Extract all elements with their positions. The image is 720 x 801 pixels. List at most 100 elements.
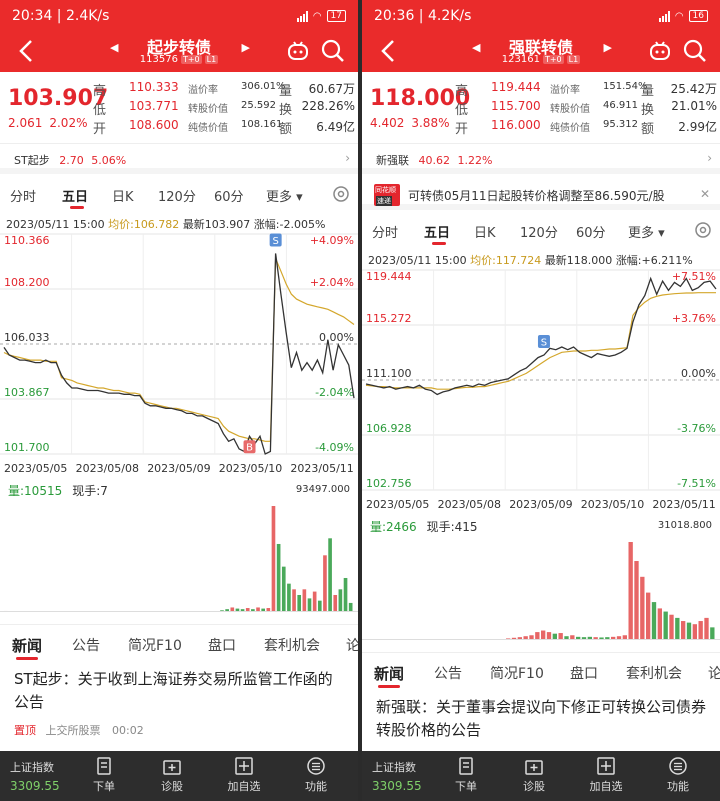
turnover-value: 228.26% — [301, 99, 355, 113]
news-tab-1[interactable]: 公告 — [434, 663, 462, 683]
turnover-value: 21.01% — [671, 99, 717, 113]
x-tick-3: 2023/05/10 — [219, 462, 282, 475]
settings-icon[interactable] — [332, 185, 350, 203]
series-line-avg — [3, 258, 355, 442]
quote-panel: 118.000 4.402 3.88% 高 119.444 溢价率 151.54% 量… — [362, 72, 720, 144]
period-tab-3[interactable]: 120分 — [520, 222, 558, 241]
order-button[interactable]: 下单 — [82, 757, 126, 794]
trade-marker-label: S — [541, 337, 547, 348]
volume-info: 量:10515 现手:7 — [8, 482, 108, 499]
news-tab-5[interactable]: 论 — [346, 635, 358, 655]
order-button[interactable]: 下单 — [444, 757, 488, 794]
news-tab-1[interactable]: 公告 — [72, 635, 100, 655]
y-tick-left-4: 102.756 — [366, 477, 412, 490]
period-tab-4[interactable]: 60分 — [214, 186, 244, 205]
quote-row-high: 高 110.333 溢价率 306.01% 量 60.67万 — [93, 80, 355, 99]
volume-chart[interactable] — [362, 538, 720, 640]
underlying-stock-pct: 1.22% — [457, 154, 493, 167]
period-tab-2[interactable]: 日K — [112, 186, 134, 205]
market-index[interactable]: 上证指数 3309.55 — [10, 759, 60, 793]
nav-bar: ◀ 强联转债 123161 T+0 L1 ▶ — [362, 32, 720, 72]
y-tick-right-2: 0.00% — [681, 367, 716, 380]
news-tab-0[interactable]: 新闻 — [12, 635, 42, 656]
diagnose-icon — [163, 760, 181, 775]
news-tabs: 新闻 公告 简况F10 盘口 套利机会 论 — [362, 652, 720, 688]
high-label: 高 — [93, 84, 107, 99]
volume-bar — [535, 632, 540, 640]
period-tab-3[interactable]: 120分 — [158, 186, 196, 205]
underlying-stock-row[interactable]: ST起步 2.70 5.06% › — [0, 146, 358, 174]
next-stock-button[interactable]: ▶ — [604, 41, 612, 54]
high-value: 110.333 — [129, 80, 179, 94]
news-headline[interactable]: ST起步：关于收到上海证券交易所监管工作函的公告 — [14, 668, 344, 714]
add-watchlist-button[interactable]: 加自选 — [222, 757, 266, 794]
conversion-value-label: 转股价值 — [550, 104, 590, 115]
menu-circle-icon — [307, 757, 325, 775]
period-tab-0[interactable]: 分时 — [10, 186, 36, 205]
news-tab-2[interactable]: 简况F10 — [128, 635, 182, 655]
volume-bar — [681, 621, 686, 640]
diagnose-button[interactable]: 诊股 — [512, 757, 556, 794]
premium-label: 溢价率 — [550, 85, 580, 96]
next-stock-button[interactable]: ▶ — [242, 41, 250, 54]
period-tab-5[interactable]: 更多 ▾ — [266, 186, 303, 205]
volume-bar — [343, 577, 348, 612]
news-tab-0[interactable]: 新闻 — [374, 663, 404, 684]
period-tab-5[interactable]: 更多 ▾ — [628, 222, 665, 241]
diagnose-button[interactable]: 诊股 — [150, 757, 194, 794]
news-tab-3[interactable]: 盘口 — [208, 635, 236, 655]
volume-bar — [281, 566, 286, 612]
volume-value: 60.67万 — [308, 82, 355, 96]
function-label: 功能 — [667, 780, 689, 793]
news-meta: 置顶 上交所股票 00:02 — [14, 722, 144, 738]
search-icon[interactable] — [320, 38, 346, 64]
period-tab-2[interactable]: 日K — [474, 222, 496, 241]
volume-chart[interactable] — [0, 502, 358, 612]
close-icon[interactable]: ✕ — [700, 187, 710, 201]
volume-bar — [698, 621, 703, 640]
period-tab-1[interactable]: 五日 — [62, 186, 88, 205]
volume-bar — [663, 611, 668, 640]
robot-assistant-icon[interactable] — [648, 40, 672, 62]
add-watchlist-button[interactable]: 加自选 — [584, 757, 628, 794]
volume-bar — [317, 600, 322, 612]
underlying-stock-row[interactable]: 新强联 40.62 1.22% › — [362, 146, 720, 174]
notice-banner[interactable]: 同花顺 速递 可转债05月11日起股转价格调整至86.590元/股 ✕ — [362, 180, 720, 210]
period-tab-1[interactable]: 五日 — [424, 222, 450, 241]
turnover-label: 换 — [279, 103, 293, 118]
volume-bar — [646, 592, 651, 640]
x-tick-0: 2023/05/05 — [366, 498, 429, 511]
y-tick-right-2: 0.00% — [319, 331, 354, 344]
robot-assistant-icon[interactable] — [286, 40, 310, 62]
price-chart[interactable]: 119.444115.272111.100106.928102.756+7.51… — [362, 266, 720, 516]
volume-bar — [302, 589, 307, 612]
diagnose-icon — [525, 760, 543, 775]
open-label: 开 — [455, 122, 469, 137]
y-tick-left-0: 119.444 — [366, 270, 412, 283]
news-tab-3[interactable]: 盘口 — [570, 663, 598, 683]
volume-bar — [292, 589, 296, 612]
trade-marker-label: B — [246, 443, 253, 454]
market-index[interactable]: 上证指数 3309.55 — [372, 759, 422, 793]
volume-bar — [640, 576, 645, 640]
y-tick-left-0: 110.366 — [4, 234, 50, 247]
index-label: 上证指数 — [10, 761, 54, 774]
function-button[interactable]: 功能 — [294, 757, 338, 794]
period-tab-0[interactable]: 分时 — [372, 222, 398, 241]
news-tab-2[interactable]: 简况F10 — [490, 663, 544, 683]
settings-icon[interactable] — [694, 221, 712, 239]
news-headline[interactable]: 新强联：关于董事会提议向下修正可转换公司债券转股价格的公告 — [376, 696, 706, 742]
period-tab-4[interactable]: 60分 — [576, 222, 606, 241]
search-icon[interactable] — [682, 38, 708, 64]
news-tab-4[interactable]: 套利机会 — [264, 635, 320, 655]
news-tab-4[interactable]: 套利机会 — [626, 663, 682, 683]
open-value: 116.000 — [491, 118, 541, 132]
y-tick-right-3: -3.76% — [677, 422, 716, 435]
function-button[interactable]: 功能 — [656, 757, 700, 794]
price-chart[interactable]: 110.366 108.200 106.033 103.867 101.700 +4.09… — [0, 230, 358, 480]
low-label: 低 — [455, 103, 469, 118]
quote-row-open: 开 108.600 纯债价值 108.161 额 6.49亿 — [93, 118, 355, 137]
index-value: 3309.55 — [372, 779, 422, 793]
bond-value-label: 纯债价值 — [188, 123, 228, 134]
news-tab-5[interactable]: 论 — [708, 663, 720, 683]
